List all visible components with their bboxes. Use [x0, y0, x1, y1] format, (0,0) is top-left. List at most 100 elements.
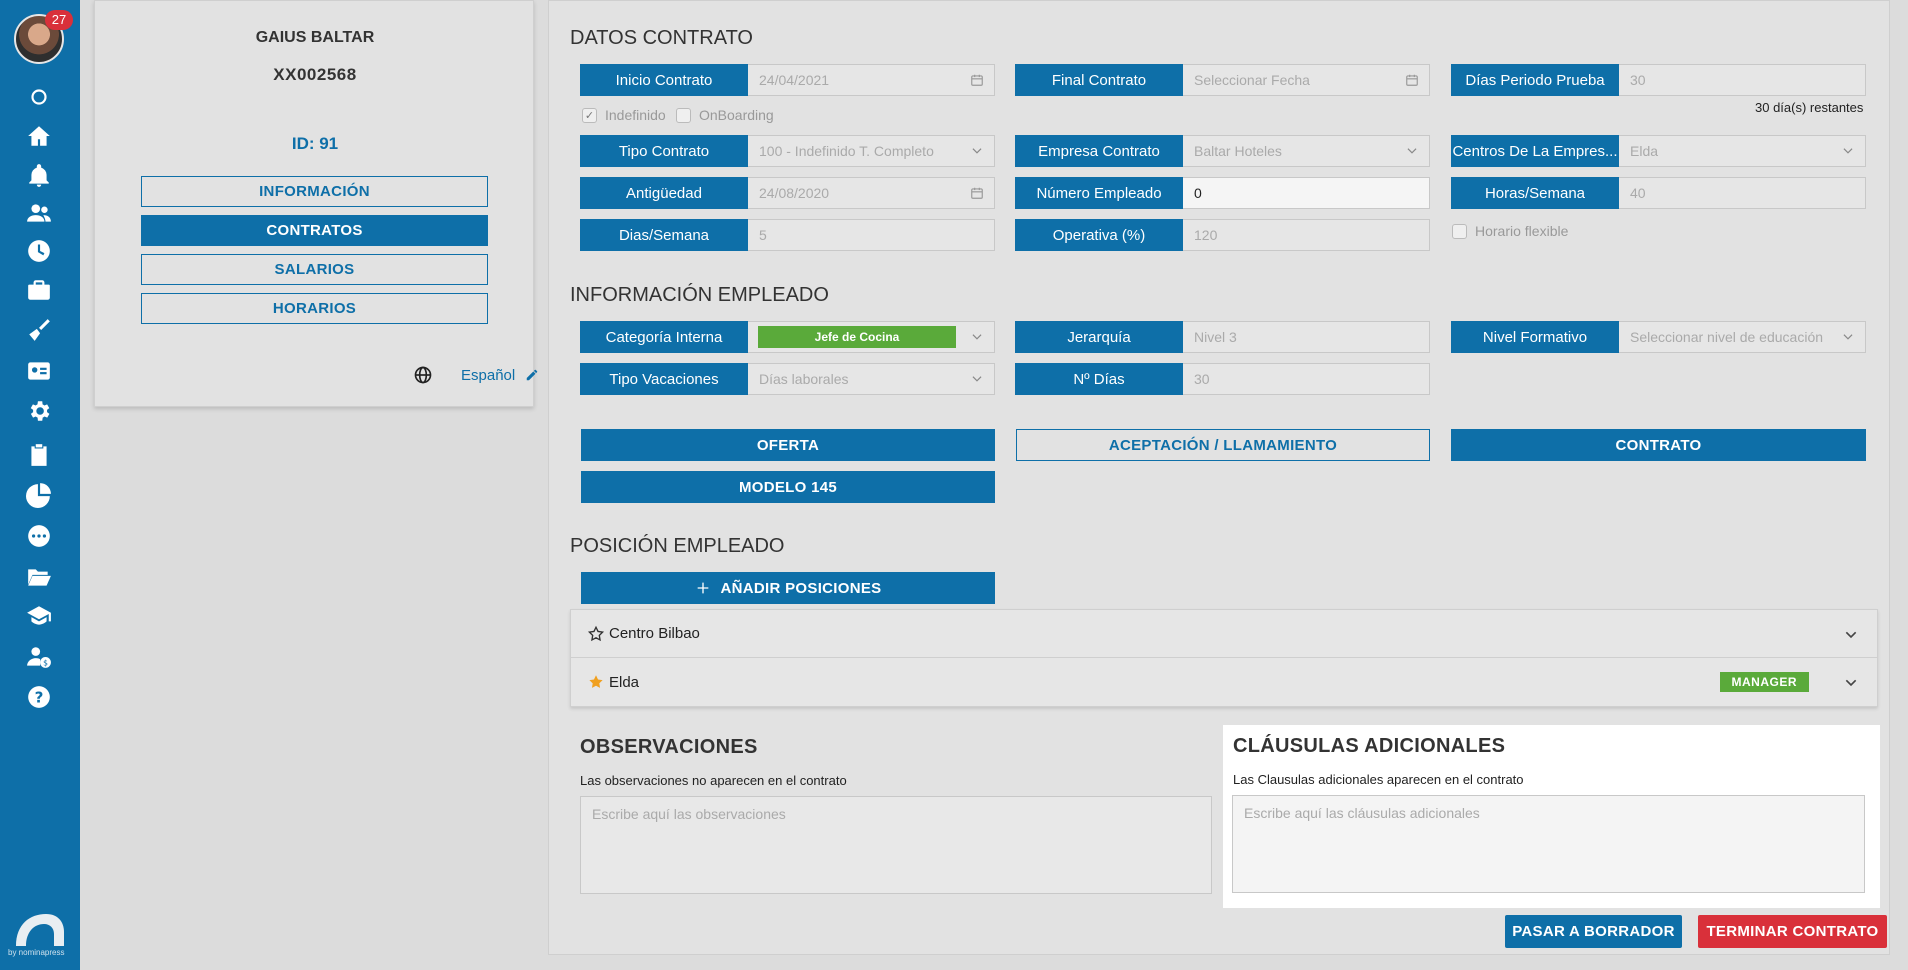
folder-open-icon[interactable] — [24, 562, 54, 592]
jerarquia-input[interactable]: Nivel 3 — [1183, 321, 1430, 353]
pie-chart-icon[interactable] — [24, 480, 54, 510]
empresa-contrato-field[interactable]: Empresa Contrato Baltar Hoteles — [1015, 135, 1430, 167]
dias-semana-input[interactable]: 5 — [748, 219, 995, 251]
circle-icon[interactable] — [24, 82, 54, 112]
inicio-contrato-value: 24/04/2021 — [759, 72, 830, 88]
chevron-down-icon[interactable] — [970, 330, 984, 344]
position-name: Centro Bilbao — [609, 625, 700, 642]
chevron-down-icon[interactable] — [1843, 675, 1859, 691]
dias-prueba-label: Días Periodo Prueba — [1451, 64, 1619, 96]
onboarding-checkbox[interactable]: OnBoarding — [676, 107, 774, 123]
operativa-field[interactable]: Operativa (%) 120 — [1015, 219, 1430, 251]
tipo-contrato-select[interactable]: 100 - Indefinido T. Completo — [748, 135, 995, 167]
chevron-down-icon[interactable] — [1841, 330, 1855, 344]
observaciones-title: OBSERVACIONES — [580, 736, 758, 758]
position-row[interactable]: Elda MANAGER — [571, 658, 1877, 706]
clipboard-icon[interactable] — [24, 440, 54, 470]
tab-salarios[interactable]: SALARIOS — [141, 254, 488, 285]
centros-empresa-field[interactable]: Centros De La Empres... Elda — [1451, 135, 1866, 167]
horas-semana-input[interactable]: 40 — [1619, 177, 1866, 209]
final-contrato-field[interactable]: Final Contrato Seleccionar Fecha — [1015, 64, 1430, 96]
checkbox-icon[interactable] — [1452, 223, 1467, 239]
clausulas-textarea[interactable]: Escribe aquí las cláusulas adicionales — [1232, 795, 1865, 893]
people-icon[interactable] — [24, 198, 54, 228]
language-label: Español — [461, 366, 516, 384]
calendar-icon[interactable] — [970, 186, 984, 200]
checkbox-icon[interactable] — [676, 107, 691, 123]
inicio-contrato-field[interactable]: Inicio Contrato 24/04/2021 — [580, 64, 995, 96]
add-position-label: AÑADIR POSICIONES — [720, 579, 882, 597]
categoria-interna-field[interactable]: Categoría Interna Jefe de Cocina — [580, 321, 995, 353]
terminate-contract-button[interactable]: TERMINAR CONTRATO — [1698, 915, 1887, 948]
antiguedad-input[interactable]: 24/08/2020 — [748, 177, 995, 209]
empresa-contrato-select[interactable]: Baltar Hoteles — [1183, 135, 1430, 167]
dias-semana-field[interactable]: Dias/Semana 5 — [580, 219, 995, 251]
tipo-vacaciones-value: Días laborales — [759, 371, 849, 387]
contrato-button[interactable]: CONTRATO — [1451, 429, 1866, 461]
nivel-formativo-select[interactable]: Seleccionar nivel de educación — [1619, 321, 1866, 353]
horario-flexible-checkbox[interactable]: Horario flexible — [1452, 223, 1568, 239]
tab-horarios[interactable]: HORARIOS — [141, 293, 488, 324]
categoria-interna-select[interactable]: Jefe de Cocina — [748, 321, 995, 353]
antiguedad-field[interactable]: Antigüedad 24/08/2020 — [580, 177, 995, 209]
tipo-vacaciones-select[interactable]: Días laborales — [748, 363, 995, 395]
tipo-vacaciones-label: Tipo Vacaciones — [580, 363, 748, 395]
n-dias-field[interactable]: Nº Días 30 — [1015, 363, 1430, 395]
horas-semana-label: Horas/Semana — [1451, 177, 1619, 209]
observaciones-textarea[interactable]: Escribe aquí las observaciones — [580, 796, 1212, 894]
help-icon[interactable]: ? — [24, 682, 54, 712]
checkbox-checked-icon[interactable]: ✓ — [582, 107, 597, 123]
briefcase-icon[interactable] — [24, 275, 54, 305]
svg-text:?: ? — [35, 688, 44, 706]
horas-semana-field[interactable]: Horas/Semana 40 — [1451, 177, 1866, 209]
jerarquia-field[interactable]: Jerarquía Nivel 3 — [1015, 321, 1430, 353]
add-position-button[interactable]: AÑADIR POSICIONES — [581, 572, 995, 604]
language-selector[interactable]: Español — [413, 365, 539, 385]
nivel-formativo-label: Nivel Formativo — [1451, 321, 1619, 353]
draft-button[interactable]: PASAR A BORRADOR — [1505, 915, 1682, 948]
star-filled-icon[interactable] — [587, 673, 605, 691]
chevron-down-icon[interactable] — [1841, 144, 1855, 158]
home-icon[interactable] — [24, 121, 54, 151]
calendar-icon[interactable] — [970, 73, 984, 87]
tipo-contrato-field[interactable]: Tipo Contrato 100 - Indefinido T. Comple… — [580, 135, 995, 167]
star-outline-icon[interactable] — [587, 625, 605, 643]
numero-empleado-field[interactable]: Número Empleado 0 — [1015, 177, 1430, 209]
operativa-input[interactable]: 120 — [1183, 219, 1430, 251]
dias-semana-label: Dias/Semana — [580, 219, 748, 251]
chevron-down-icon[interactable] — [970, 372, 984, 386]
observaciones-subtitle: Las observaciones no aparecen en el cont… — [580, 773, 847, 788]
tab-informacion[interactable]: INFORMACIÓN — [141, 176, 488, 207]
oferta-button[interactable]: OFERTA — [581, 429, 995, 461]
dias-prueba-field[interactable]: Días Periodo Prueba 30 — [1451, 64, 1866, 96]
tipo-vacaciones-field[interactable]: Tipo Vacaciones Días laborales — [580, 363, 995, 395]
modelo-145-button[interactable]: MODELO 145 — [581, 471, 995, 503]
chat-icon[interactable] — [24, 521, 54, 551]
graduation-cap-icon[interactable] — [24, 601, 54, 631]
calendar-icon[interactable] — [1405, 73, 1419, 87]
tab-contratos[interactable]: CONTRATOS — [141, 215, 488, 246]
bell-icon[interactable] — [24, 161, 54, 191]
user-money-icon[interactable]: $ — [24, 642, 54, 672]
empresa-contrato-label: Empresa Contrato — [1015, 135, 1183, 167]
clock-icon[interactable] — [24, 236, 54, 266]
edit-icon[interactable] — [525, 368, 539, 382]
inicio-contrato-input[interactable]: 24/04/2021 — [748, 64, 995, 96]
chevron-down-icon[interactable] — [1843, 627, 1859, 643]
position-row[interactable]: Centro Bilbao — [571, 610, 1877, 658]
centros-empresa-select[interactable]: Elda — [1619, 135, 1866, 167]
id-card-icon[interactable] — [24, 356, 54, 386]
chevron-down-icon[interactable] — [970, 144, 984, 158]
final-contrato-placeholder: Seleccionar Fecha — [1194, 72, 1310, 88]
dias-prueba-input[interactable]: 30 — [1619, 64, 1866, 96]
numero-empleado-input[interactable]: 0 — [1183, 177, 1430, 209]
gear-icon[interactable] — [24, 396, 54, 426]
aceptacion-button[interactable]: ACEPTACIÓN / LLAMAMIENTO — [1016, 429, 1430, 461]
indefinido-checkbox[interactable]: ✓ Indefinido — [582, 107, 666, 123]
broom-icon[interactable] — [24, 315, 54, 345]
nivel-formativo-field[interactable]: Nivel Formativo Seleccionar nivel de edu… — [1451, 321, 1866, 353]
final-contrato-input[interactable]: Seleccionar Fecha — [1183, 64, 1430, 96]
chevron-down-icon[interactable] — [1405, 144, 1419, 158]
n-dias-input[interactable]: 30 — [1183, 363, 1430, 395]
clausulas-panel: CLÁUSULAS ADICIONALES Las Clausulas adic… — [1223, 725, 1880, 908]
